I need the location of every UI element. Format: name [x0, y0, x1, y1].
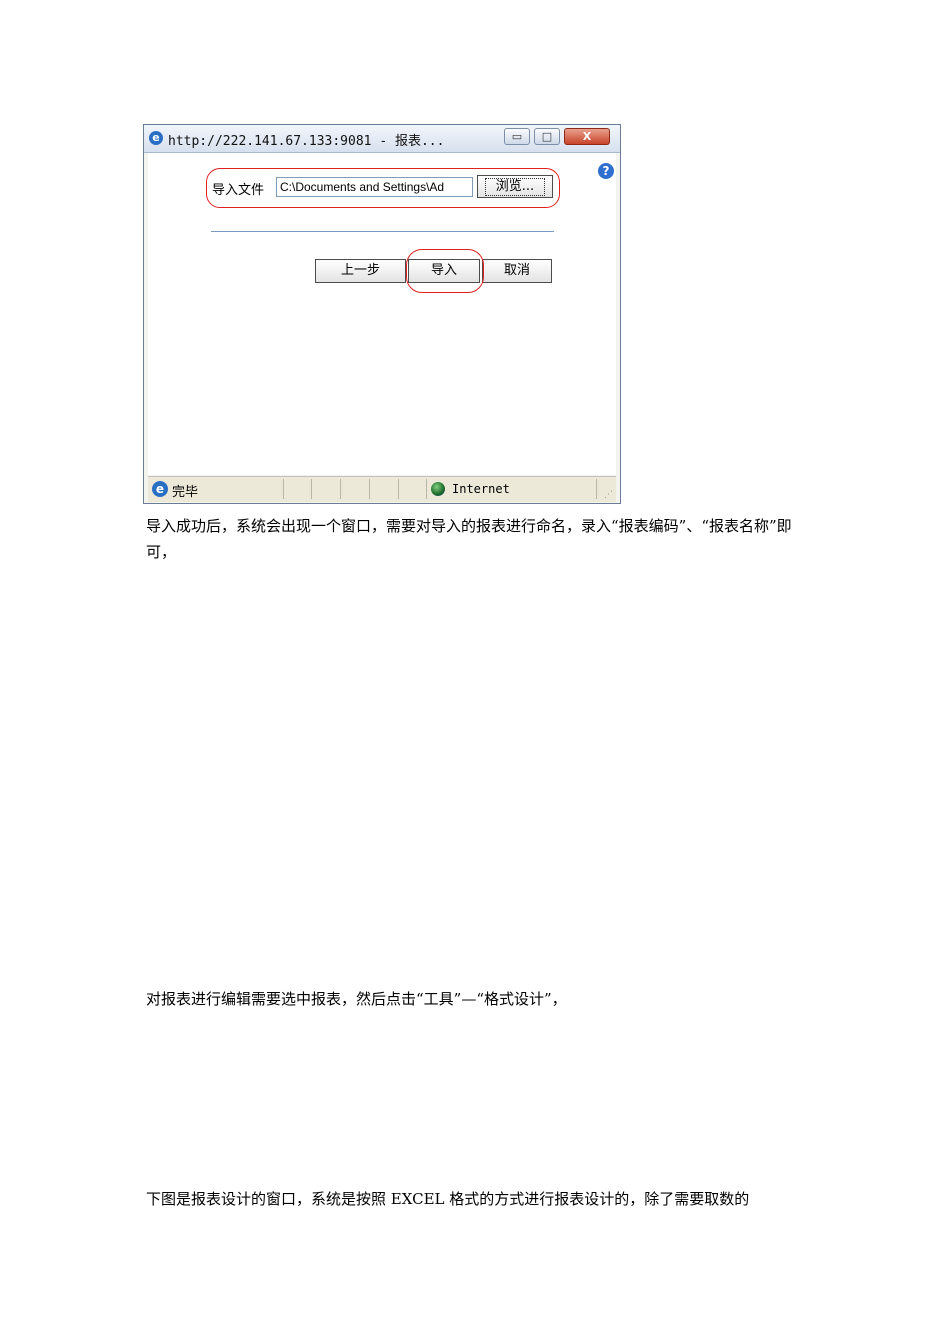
status-divider	[340, 479, 341, 499]
browse-button-label: 浏览...	[484, 178, 546, 196]
browser-window-screenshot: e http://222.141.67.133:9081 - 报表... ▭ □…	[143, 124, 621, 504]
minimize-button[interactable]: ▭	[504, 128, 530, 145]
status-divider	[596, 479, 597, 499]
paragraph-design-window: 下图是报表设计的窗口，系统是按照 EXCEL 格式的方式进行报表设计的，除了需要…	[146, 1190, 750, 1208]
zone-text: Internet	[452, 482, 510, 496]
window-title: http://222.141.67.133:9081 - 报表...	[168, 134, 445, 149]
status-divider	[283, 479, 284, 499]
browse-button[interactable]: 浏览...	[477, 175, 553, 198]
paragraph-edit-report: 对报表进行编辑需要选中报表，然后点击“工具”—“格式设计”，	[146, 990, 567, 1008]
ie-page-icon: e	[149, 131, 163, 145]
status-divider	[398, 479, 399, 499]
import-button[interactable]: 导入	[408, 259, 480, 283]
status-divider	[369, 479, 370, 499]
import-file-input[interactable]: C:\Documents and Settings\Ad	[276, 177, 473, 197]
ie-status-icon: e	[152, 481, 168, 497]
help-icon[interactable]: ?	[598, 163, 614, 179]
status-text: 完毕	[172, 485, 199, 500]
dialog-content: ? 导入文件 C:\Documents and Settings\Ad 浏览..…	[148, 153, 616, 475]
maximize-button[interactable]: □	[534, 128, 560, 145]
prev-step-button[interactable]: 上一步	[315, 259, 406, 283]
status-divider	[426, 479, 427, 499]
status-bar: e 完毕 Internet ⋰	[148, 476, 616, 502]
paragraph-import-success: 导入成功后，系统会出现一个窗口，需要对导入的报表进行命名，录入“报表编码”、“报…	[146, 517, 792, 561]
globe-icon	[431, 482, 445, 496]
cancel-button[interactable]: 取消	[482, 259, 552, 283]
status-divider	[311, 479, 312, 499]
resize-grip-icon[interactable]: ⋰	[604, 490, 613, 500]
window-titlebar: e http://222.141.67.133:9081 - 报表... ▭ □…	[144, 125, 620, 153]
separator-line	[211, 231, 554, 232]
import-file-label: 导入文件	[212, 183, 265, 198]
close-button[interactable]: X	[564, 128, 610, 145]
